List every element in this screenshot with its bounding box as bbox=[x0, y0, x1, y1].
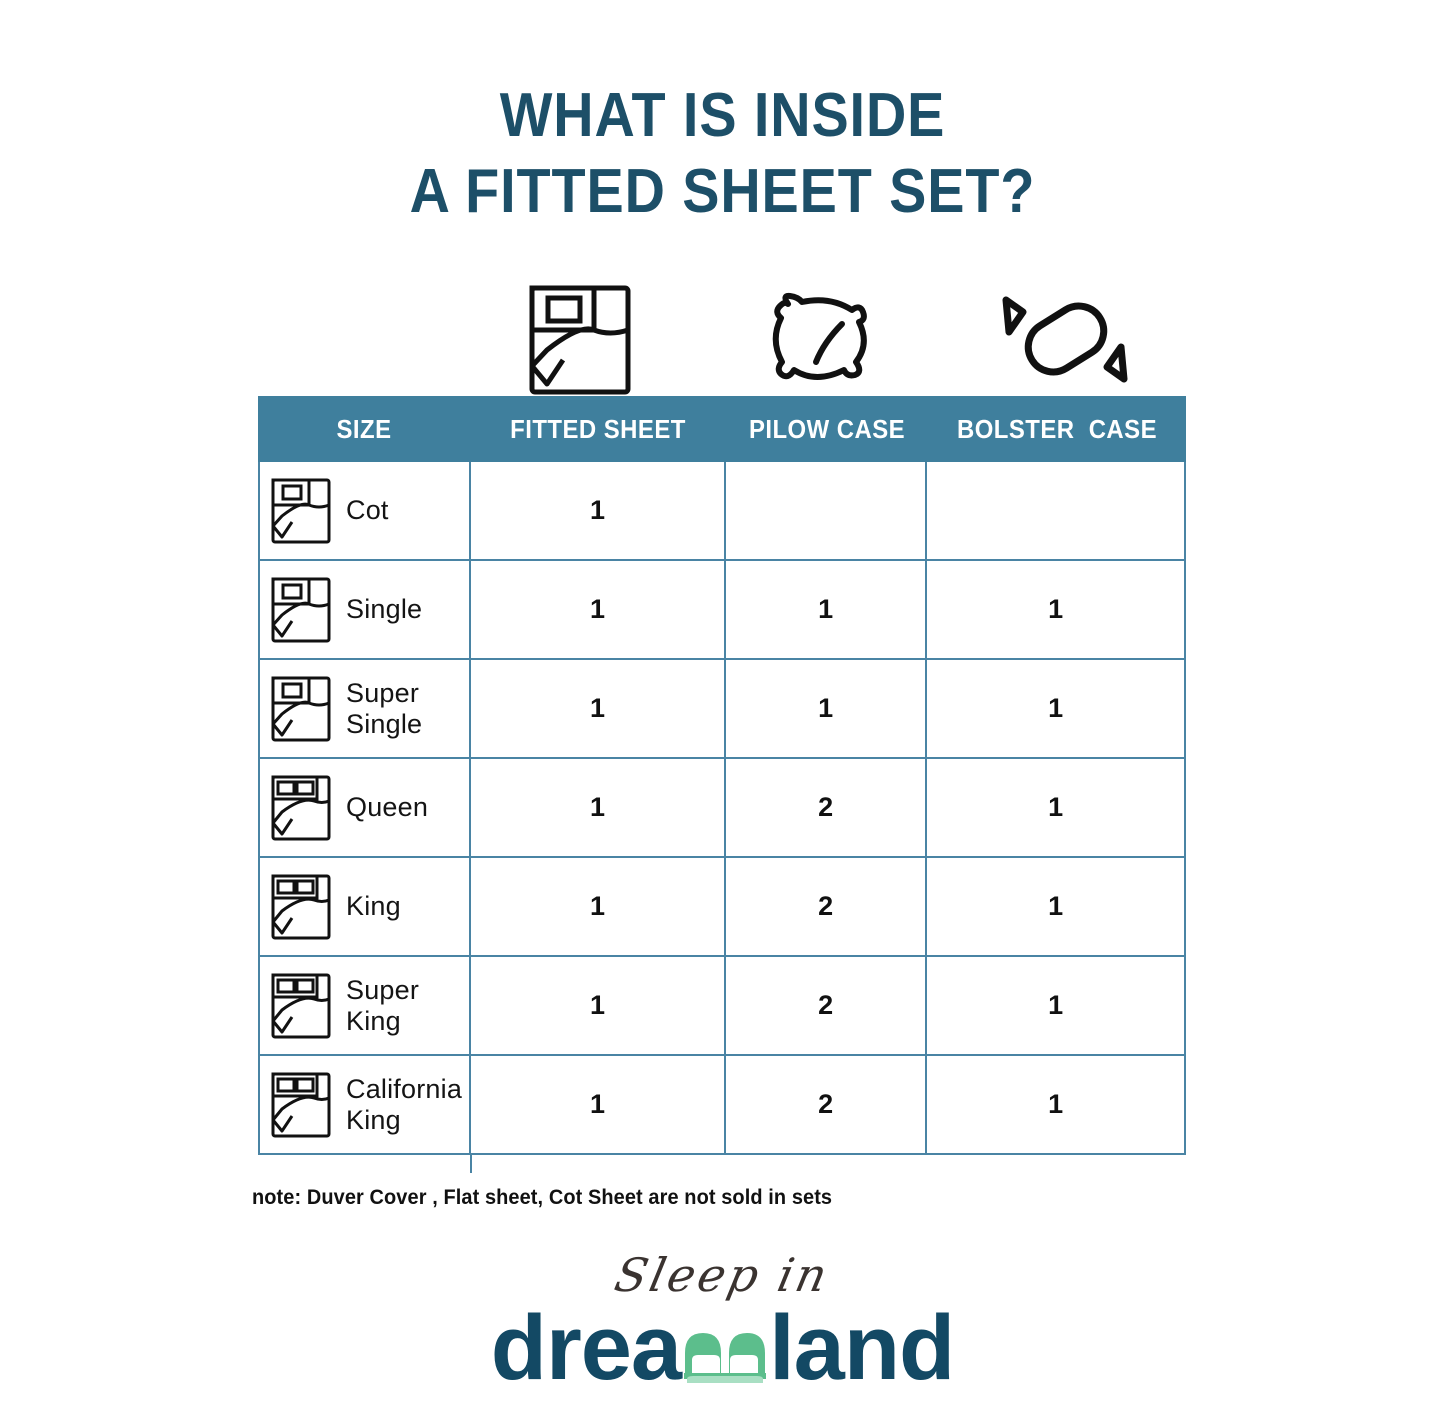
table-row: Super King 1 2 1 bbox=[260, 957, 1184, 1056]
fitted-sheet-count: 1 bbox=[471, 462, 727, 559]
title-line-2: A FITTED SHEET SET? bbox=[409, 157, 1036, 226]
row-size-cell: Super King bbox=[260, 957, 472, 1054]
brand-logo: Sleep in drea land bbox=[0, 1248, 1445, 1398]
bed-icon bbox=[525, 284, 635, 396]
bolster-icon bbox=[990, 290, 1140, 390]
column-header-pilow-case: PILOW CASE bbox=[748, 413, 906, 444]
table-row: Super Single 1 1 1 bbox=[260, 660, 1184, 759]
fitted-sheet-count: 1 bbox=[471, 660, 727, 757]
row-size-cell: Super Single bbox=[260, 660, 472, 757]
bed-double-icon bbox=[270, 1071, 332, 1139]
logo-word-after: land bbox=[769, 1297, 955, 1399]
row-size-cell: Queen bbox=[260, 759, 472, 856]
size-label: California King bbox=[346, 1074, 463, 1135]
bolster-case-count bbox=[927, 462, 1184, 559]
fitted-sheet-count: 1 bbox=[471, 759, 727, 856]
bed-single-icon bbox=[270, 576, 332, 644]
pilow-case-count: 2 bbox=[726, 759, 928, 856]
row-size-cell: Cot bbox=[260, 462, 472, 559]
logo-bed-icon bbox=[679, 1317, 771, 1383]
bolster-case-count: 1 bbox=[1048, 1089, 1064, 1119]
bed-double-icon bbox=[270, 774, 332, 842]
fitted-sheet-count: 1 bbox=[471, 957, 727, 1054]
table-row: Queen 1 2 1 bbox=[260, 759, 1184, 858]
bolster-case-count: 1 bbox=[1048, 594, 1064, 624]
pilow-case-count: 2 bbox=[726, 957, 928, 1054]
table-row: Cot 1 bbox=[260, 462, 1184, 561]
bolster-case-count: 1 bbox=[1048, 891, 1064, 921]
infographic-page: WHAT IS INSIDE A FITTED SHEET SET? SIZE … bbox=[0, 0, 1445, 1404]
bolster-case-count: 1 bbox=[1048, 693, 1064, 723]
title-line-1: WHAT IS INSIDE bbox=[499, 81, 946, 150]
bolster-case-count: 1 bbox=[1048, 990, 1064, 1020]
logo-wordmark: drea land bbox=[0, 1300, 1445, 1396]
sheet-set-table: SIZE FITTED SHEET PILOW CASE BOLSTER CAS… bbox=[258, 396, 1186, 1173]
table-body: Cot 1 Single 1 1 1 Super Single 1 1 1 Qu… bbox=[258, 462, 1186, 1155]
row-size-cell: King bbox=[260, 858, 472, 955]
column-header-bolster-case: BOLSTER CASE bbox=[956, 413, 1158, 444]
size-label: Super King bbox=[346, 975, 420, 1036]
pillow-icon bbox=[760, 290, 885, 390]
row-size-cell: California King bbox=[260, 1056, 472, 1153]
logo-script-text: Sleep in bbox=[610, 1248, 835, 1302]
bed-double-icon bbox=[270, 972, 332, 1040]
fitted-sheet-count: 1 bbox=[471, 1056, 727, 1153]
size-label: Cot bbox=[346, 495, 389, 526]
pilow-case-count: 1 bbox=[726, 660, 928, 757]
table-row: California King 1 2 1 bbox=[260, 1056, 1184, 1155]
table-row: King 1 2 1 bbox=[260, 858, 1184, 957]
column-header-fitted-sheet: FITTED SHEET bbox=[510, 413, 686, 444]
bed-double-icon bbox=[270, 873, 332, 941]
pilow-case-count: 2 bbox=[726, 858, 928, 955]
bolster-case-count: 1 bbox=[1048, 792, 1064, 822]
pilow-case-count: 2 bbox=[726, 1056, 928, 1153]
page-title: WHAT IS INSIDE A FITTED SHEET SET? bbox=[72, 78, 1373, 230]
table-note: note: Duver Cover , Flat sheet, Cot Shee… bbox=[252, 1186, 833, 1209]
size-label: Queen bbox=[346, 792, 429, 823]
pilow-case-count: 1 bbox=[726, 561, 928, 658]
fitted-sheet-count: 1 bbox=[471, 561, 727, 658]
column-header-size: SIZE bbox=[336, 413, 392, 444]
size-label: Super Single bbox=[346, 678, 423, 739]
logo-word-before: drea bbox=[490, 1297, 682, 1399]
header-icon-row bbox=[470, 278, 1186, 396]
fitted-sheet-count: 1 bbox=[471, 858, 727, 955]
pilow-case-count bbox=[726, 462, 928, 559]
table-divider-stub bbox=[470, 1155, 472, 1173]
size-label: Single bbox=[346, 594, 423, 625]
table-header-row: SIZE FITTED SHEET PILOW CASE BOLSTER CAS… bbox=[258, 396, 1186, 462]
bed-single-icon bbox=[270, 675, 332, 743]
size-label: King bbox=[346, 891, 401, 922]
table-row: Single 1 1 1 bbox=[260, 561, 1184, 660]
row-size-cell: Single bbox=[260, 561, 472, 658]
bed-single-icon bbox=[270, 477, 332, 545]
